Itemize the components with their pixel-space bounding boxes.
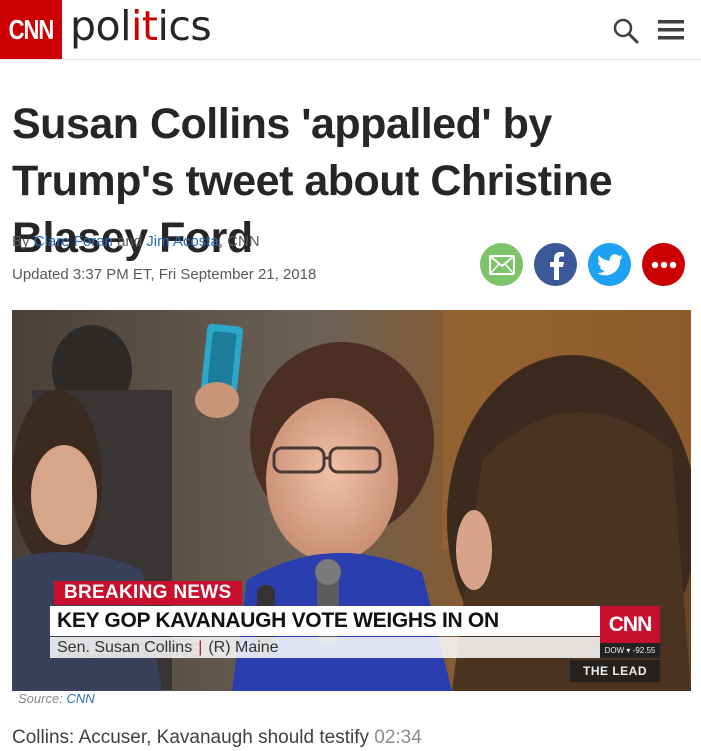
- video-source: Source: CNN: [18, 691, 95, 706]
- search-button[interactable]: [612, 17, 640, 45]
- section-title-suffix: ics: [157, 2, 212, 50]
- top-nav-bar: CNN politics: [0, 0, 701, 60]
- author-link-2[interactable]: Jim Acosta: [146, 233, 219, 250]
- cnn-logo[interactable]: CNN: [0, 0, 62, 59]
- video-title-text: Collins: Accuser, Kavanaugh should testi…: [12, 727, 369, 748]
- more-icon: [651, 261, 676, 268]
- byline-and: and: [117, 233, 143, 250]
- stock-ticker: DOW ▾ -92.55: [600, 643, 660, 658]
- breaking-news-label: BREAKING NEWS: [54, 581, 242, 605]
- updated-timestamp: Updated 3:37 PM ET, Fri September 21, 20…: [12, 266, 317, 283]
- chyron-separator: |: [198, 639, 203, 656]
- video-title[interactable]: Collins: Accuser, Kavanaugh should testi…: [12, 727, 422, 749]
- source-link[interactable]: CNN: [66, 691, 94, 706]
- chyron: BREAKING NEWS KEY GOP KAVANAUGH VOTE WEI…: [12, 310, 691, 691]
- search-icon: [613, 18, 639, 44]
- section-title-accent: it: [131, 2, 158, 50]
- share-email-button[interactable]: [480, 243, 523, 286]
- share-twitter-button[interactable]: [588, 243, 631, 286]
- byline-suffix: , CNN: [218, 233, 260, 250]
- video-duration: 02:34: [374, 727, 422, 748]
- section-title-prefix: pol: [70, 2, 132, 50]
- author-link-1[interactable]: Clare Foran: [34, 233, 113, 250]
- facebook-icon: [549, 251, 564, 280]
- byline-prefix: By: [12, 233, 30, 250]
- section-title[interactable]: politics: [70, 2, 212, 50]
- source-prefix: Source:: [18, 691, 63, 706]
- chyron-headline: KEY GOP KAVANAUGH VOTE WEIGHS IN ON ALLE…: [50, 606, 600, 662]
- twitter-icon: [596, 253, 623, 275]
- hamburger-menu-icon: [658, 20, 684, 40]
- share-facebook-button[interactable]: [534, 243, 577, 286]
- video-player[interactable]: BREAKING NEWS KEY GOP KAVANAUGH VOTE WEI…: [12, 310, 691, 691]
- email-icon: [488, 254, 515, 275]
- chyron-subtitle: Sen. Susan Collins | (R) Maine: [50, 637, 600, 658]
- byline: By Clare Foran and Jim Acosta, CNN: [12, 233, 260, 250]
- cnn-logo-text: CNN: [8, 13, 55, 45]
- share-more-button[interactable]: [642, 243, 685, 286]
- chyron-party: (R) Maine: [208, 639, 279, 656]
- show-name-badge: THE LEAD: [570, 660, 660, 682]
- network-bug: CNN: [600, 606, 660, 643]
- menu-button[interactable]: [657, 18, 685, 42]
- chyron-name: Sen. Susan Collins: [57, 639, 193, 656]
